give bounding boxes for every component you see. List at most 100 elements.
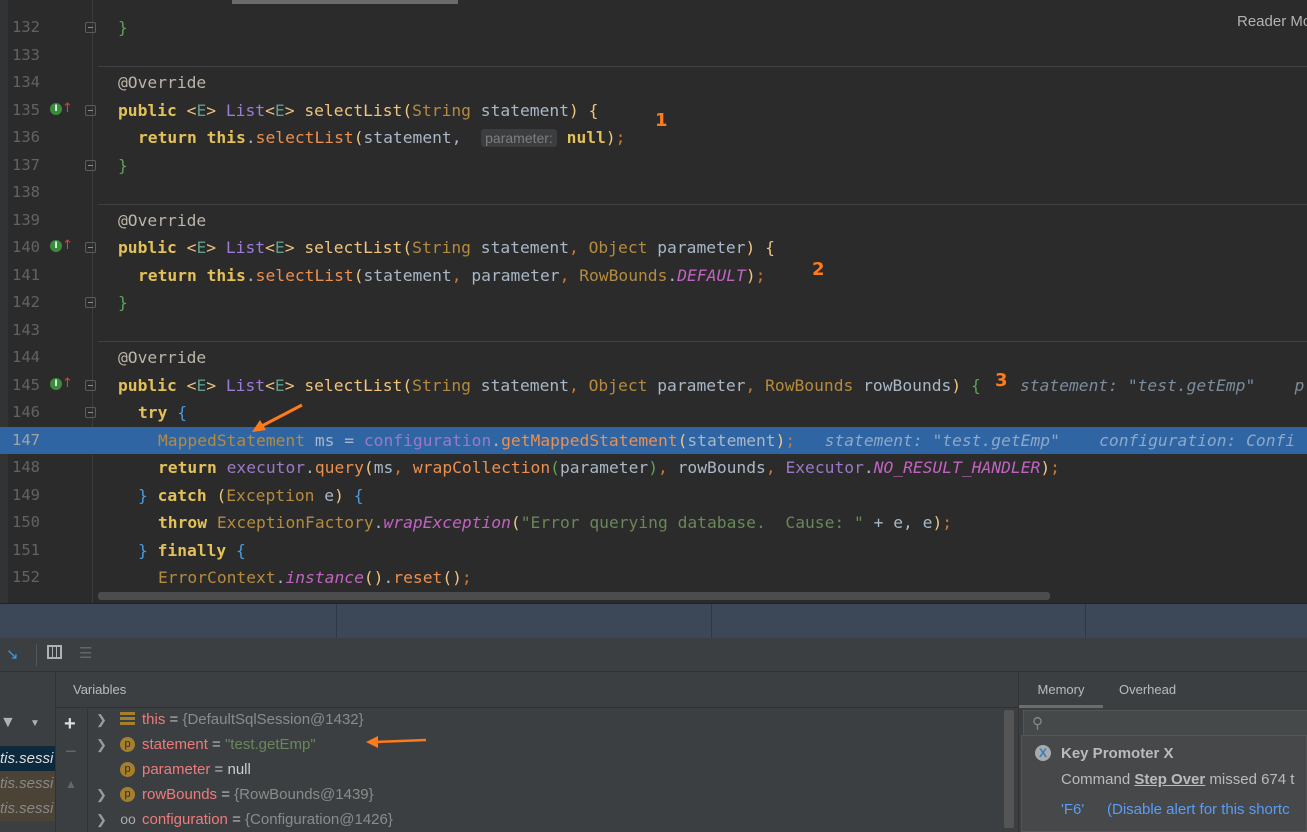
- code-token: ): [775, 430, 786, 450]
- line-number[interactable]: 143: [12, 317, 44, 344]
- line-number[interactable]: 136: [12, 124, 44, 151]
- code-token: (: [402, 238, 413, 257]
- evaluate-table-icon[interactable]: [47, 645, 62, 659]
- fold-icon[interactable]: [85, 104, 96, 116]
- line-number[interactable]: 134: [12, 69, 44, 96]
- frame-item[interactable]: tis.sessi: [0, 796, 55, 821]
- code-token: (: [402, 375, 413, 395]
- expand-chevron-icon[interactable]: ❯: [96, 707, 107, 732]
- filter-icon[interactable]: ▼: [0, 714, 16, 732]
- line-number[interactable]: 135: [12, 97, 44, 124]
- variable-name: parameter: [142, 761, 211, 778]
- horizontal-scrollbar[interactable]: [98, 592, 1050, 600]
- top-scrollbar[interactable]: [232, 0, 458, 4]
- code-line[interactable]: 134 @Override: [0, 69, 1307, 96]
- code-token: <: [186, 375, 197, 395]
- arrow-annotation-icon: [366, 736, 427, 748]
- step-into-cursor-icon[interactable]: ↘: [6, 645, 19, 663]
- code-token: (: [510, 513, 521, 532]
- line-number[interactable]: 137: [12, 152, 44, 179]
- line-number[interactable]: 142: [12, 289, 44, 316]
- code-editor[interactable]: Reader Mode 132}133134@Override135I↑publ…: [0, 0, 1307, 603]
- code-line[interactable]: 140 I ↑ public <E> List<E> selectList(Strin…: [0, 234, 1307, 261]
- dropdown-icon[interactable]: ▼: [30, 718, 40, 729]
- fold-icon[interactable]: [85, 407, 96, 418]
- code-token: ): [745, 238, 766, 257]
- code-line[interactable]: 149} catch (Exception e) {: [0, 482, 1307, 509]
- code-line[interactable]: 152 ErrorContext.instance().reset();: [0, 564, 1307, 591]
- fold-icon[interactable]: [85, 22, 96, 33]
- code-line[interactable]: 151} finally {: [0, 537, 1307, 564]
- code-line[interactable]: 145 I ↑ public <E> List<E> selectList(Strin…: [0, 372, 1307, 399]
- frame-item[interactable]: tis.sessi: [0, 771, 55, 796]
- move-up-icon[interactable]: ▲: [65, 777, 77, 791]
- expand-chevron-icon[interactable]: ❯: [96, 782, 107, 807]
- code-line[interactable]: 133: [0, 42, 1307, 69]
- code-line[interactable]: 137}: [0, 152, 1307, 179]
- code-token: ;: [461, 568, 472, 587]
- code-line[interactable]: 135 I ↑ public <E> List<E> selectList(Strin…: [0, 97, 1307, 124]
- tab-overhead[interactable]: Overhead: [1119, 672, 1176, 708]
- search-input[interactable]: ⚲: [1023, 710, 1307, 738]
- code-line[interactable]: 139 @Override: [0, 207, 1307, 234]
- add-watch-icon[interactable]: +: [64, 713, 76, 736]
- line-number[interactable]: 148: [12, 454, 44, 481]
- vertical-scrollbar[interactable]: [1004, 710, 1014, 828]
- line-number[interactable]: 146: [12, 399, 44, 426]
- code-token: E: [274, 100, 285, 120]
- code-token: selectList: [255, 128, 354, 147]
- disable-alert-link[interactable]: (Disable alert for this shortc: [1107, 801, 1290, 818]
- code-line[interactable]: 142}: [0, 289, 1307, 316]
- code-token: selectList: [304, 238, 403, 257]
- code-token: (: [353, 265, 364, 285]
- remove-watch-icon[interactable]: −: [65, 741, 77, 764]
- code-token: query: [314, 458, 364, 477]
- code-line[interactable]: 143: [0, 317, 1307, 344]
- code-token: selectList: [304, 375, 403, 395]
- line-number[interactable]: 147: [12, 427, 44, 454]
- line-number[interactable]: 149: [12, 482, 44, 509]
- line-number[interactable]: 132: [12, 14, 44, 41]
- code-line[interactable]: 141 return this.selectList(statement, par…: [0, 262, 1307, 289]
- line-number[interactable]: 144: [12, 344, 44, 371]
- override-gutter-icon[interactable]: I ↑: [50, 377, 73, 392]
- code-line[interactable]: 148 return executor.query(ms, wrapCollect…: [0, 454, 1307, 481]
- expand-chevron-icon[interactable]: ❯: [96, 732, 107, 757]
- fold-icon[interactable]: [85, 297, 96, 308]
- override-gutter-icon[interactable]: I ↑: [50, 102, 73, 117]
- line-number[interactable]: 133: [12, 42, 44, 69]
- code-line[interactable]: 144 @Override: [0, 344, 1307, 371]
- tab-memory[interactable]: Memory: [1019, 672, 1103, 708]
- command-suffix: missed 674 t: [1205, 771, 1295, 788]
- line-number[interactable]: 138: [12, 179, 44, 206]
- shortcut-link[interactable]: 'F6': [1061, 801, 1084, 818]
- code-token: }: [118, 18, 128, 37]
- line-number[interactable]: 152: [12, 564, 44, 591]
- code-text: public <E> List<E> selectList(String sta…: [118, 372, 1304, 399]
- frame-item[interactable]: tis.sessi: [0, 746, 55, 771]
- code-token: e: [324, 485, 335, 505]
- code-token: .: [275, 568, 286, 587]
- line-number[interactable]: 141: [12, 262, 44, 289]
- code-line[interactable]: 147 MappedStatement ms = configuration.ge…: [0, 426, 1307, 454]
- line-number[interactable]: 151: [12, 537, 44, 564]
- code-line[interactable]: 136 return this.selectList(statement, par…: [0, 124, 1307, 151]
- code-line[interactable]: 150 throw ExceptionFactory.wrapException(…: [0, 509, 1307, 536]
- code-line[interactable]: 138: [0, 179, 1307, 206]
- line-number[interactable]: 140: [12, 234, 44, 261]
- line-number[interactable]: 139: [12, 207, 44, 234]
- code-token: .: [305, 458, 315, 477]
- fold-icon[interactable]: [85, 242, 96, 253]
- variable-value: {Configuration@1426}: [245, 811, 393, 828]
- expand-chevron-icon[interactable]: ❯: [96, 807, 107, 832]
- restore-layout-icon[interactable]: ☰: [79, 644, 92, 662]
- code-text: @Override: [118, 69, 206, 96]
- code-token: ;: [615, 128, 626, 147]
- line-number[interactable]: 145: [12, 372, 44, 399]
- code-line[interactable]: 146 try {: [0, 399, 1307, 426]
- fold-icon[interactable]: [85, 379, 96, 391]
- line-number[interactable]: 150: [12, 509, 44, 536]
- fold-icon[interactable]: [85, 159, 96, 171]
- override-gutter-icon[interactable]: I ↑: [50, 239, 73, 254]
- code-line[interactable]: 132}: [0, 14, 1307, 41]
